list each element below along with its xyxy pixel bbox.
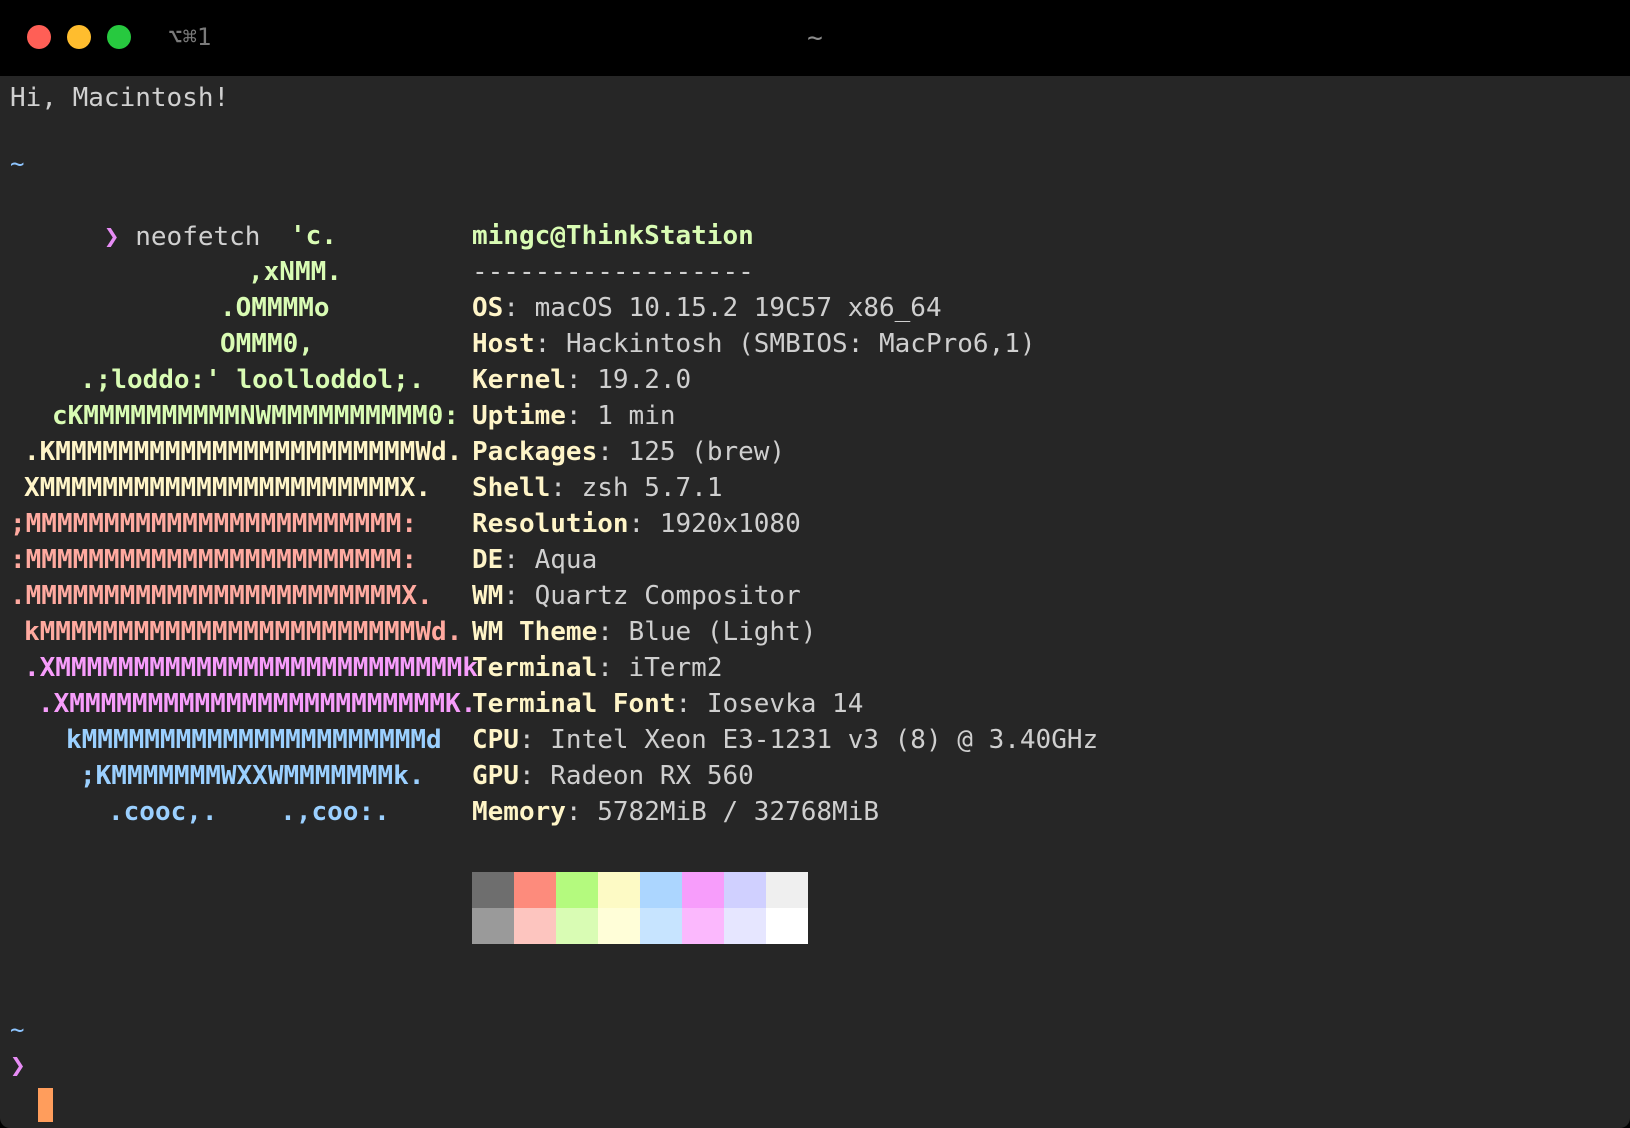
palette-swatch	[766, 908, 808, 944]
ascii-line: .MMMMMMMMMMMMMMMMMMMMMMMMX.	[10, 581, 433, 611]
info-row: Terminal Font: Iosevka 14	[472, 689, 864, 719]
info-row: Kernel: 19.2.0	[472, 365, 692, 395]
info-row: Terminal: iTerm2	[472, 653, 723, 683]
ascii-line: 'c.	[290, 221, 337, 251]
ascii-line: .XMMMMMMMMMMMMMMMMMMMMMMMMK.	[38, 689, 477, 719]
palette-swatch	[556, 872, 598, 908]
info-value: Iosevka 14	[706, 689, 864, 719]
ascii-line: cKMMMMMMMMMMNWMMMMMMMMMM0:	[52, 401, 459, 431]
window-title: ~	[807, 23, 823, 53]
user-host: mingc@ThinkStation	[472, 221, 754, 251]
final-prompt-arrow-icon: ❯	[10, 1051, 26, 1081]
info-key: Kernel	[472, 365, 566, 395]
info-value: Quartz Compositor	[534, 581, 801, 611]
greeting-line: Hi, Macintosh!	[10, 83, 230, 113]
info-value: iTerm2	[628, 653, 723, 683]
info-value: Hackintosh (SMBIOS: MacPro6,1)	[565, 329, 1036, 359]
info-value: 5782MiB / 32768MiB	[597, 797, 879, 827]
info-value: 19.2.0	[597, 365, 692, 395]
info-row: CPU: Intel Xeon E3-1231 v3 (8) @ 3.40GHz	[472, 725, 1099, 755]
palette-swatch	[640, 872, 682, 908]
palette-swatch	[556, 908, 598, 944]
info-value: zsh 5.7.1	[581, 473, 723, 503]
info-row: Shell: zsh 5.7.1	[472, 473, 723, 503]
ascii-line: .;loddo:' loolloddol;.	[80, 365, 425, 395]
info-row: Packages: 125 (brew)	[472, 437, 786, 467]
terminal-window: ⌥⌘1 ~ Hi, Macintosh! ~ ❯ neofetch 'c. ,x…	[0, 0, 1630, 1128]
ascii-line: XMMMMMMMMMMMMMMMMMMMMMMMX.	[24, 473, 431, 503]
info-value: 1920x1080	[659, 509, 801, 539]
ascii-line: .KMMMMMMMMMMMMMMMMMMMMMMMWd.	[24, 437, 463, 467]
info-key: Memory	[472, 797, 566, 827]
ascii-line: .OMMMMo	[220, 293, 330, 323]
info-row: WM: Quartz Compositor	[472, 581, 801, 611]
info-row: Host: Hackintosh (SMBIOS: MacPro6,1)	[472, 329, 1036, 359]
info-row: GPU: Radeon RX 560	[472, 761, 754, 791]
info-key: DE	[472, 545, 504, 575]
palette-swatch	[682, 908, 724, 944]
command-line: ❯ neofetch	[10, 183, 261, 291]
ascii-line: ,xNMM.	[248, 257, 342, 287]
separator-line: ------------------	[472, 257, 754, 287]
info-value: macOS 10.15.2 19C57 x86_64	[534, 293, 942, 323]
info-key: Shell	[472, 473, 551, 503]
info-value: Aqua	[534, 545, 598, 575]
command-text: neofetch	[135, 222, 261, 252]
info-value: 1 min	[597, 401, 676, 431]
palette-swatch	[724, 908, 766, 944]
info-value: Radeon RX 560	[550, 761, 754, 791]
palette-swatch	[514, 872, 556, 908]
palette-swatch	[472, 872, 514, 908]
color-palette	[472, 872, 808, 944]
ascii-line: kMMMMMMMMMMMMMMMMMMMMMMMMWd.	[24, 617, 463, 647]
info-row: DE: Aqua	[472, 545, 598, 575]
info-key: Packages	[472, 437, 598, 467]
info-key: WM	[472, 581, 504, 611]
info-value: 125 (brew)	[628, 437, 786, 467]
info-row: Memory: 5782MiB / 32768MiB	[472, 797, 879, 827]
terminal-content[interactable]: Hi, Macintosh! ~ ❯ neofetch 'c. ,xNMM. .…	[0, 76, 1630, 1128]
prompt-directory: ~	[10, 150, 25, 178]
info-row: Uptime: 1 min	[472, 401, 676, 431]
info-key: CPU	[472, 725, 519, 755]
ascii-line: ;KMMMMMMMWXXWMMMMMMMk.	[80, 761, 425, 791]
info-row: Resolution: 1920x1080	[472, 509, 801, 539]
palette-swatch	[766, 872, 808, 908]
info-key: Host	[472, 329, 535, 359]
info-key: Uptime	[472, 401, 566, 431]
palette-swatch	[724, 872, 766, 908]
palette-swatch	[514, 908, 556, 944]
final-prompt-directory: ~	[10, 1016, 25, 1044]
info-row: WM Theme: Blue (Light)	[472, 617, 817, 647]
info-value: Blue (Light)	[628, 617, 817, 647]
palette-swatch	[598, 908, 640, 944]
info-key: Terminal Font	[472, 689, 676, 719]
text-cursor	[38, 1088, 53, 1122]
info-key: OS	[472, 293, 504, 323]
ascii-line: ;MMMMMMMMMMMMMMMMMMMMMMMM:	[10, 509, 417, 539]
info-row: OS: macOS 10.15.2 19C57 x86_64	[472, 293, 942, 323]
info-value: Intel Xeon E3-1231 v3 (8) @ 3.40GHz	[550, 725, 1099, 755]
palette-swatch	[472, 908, 514, 944]
ascii-line: :MMMMMMMMMMMMMMMMMMMMMMMM:	[10, 545, 417, 575]
info-key: Terminal	[472, 653, 598, 683]
ascii-line: kMMMMMMMMMMMMMMMMMMMMMMd	[66, 725, 442, 755]
palette-swatch	[640, 908, 682, 944]
title-bar[interactable]: ⌥⌘1 ~	[0, 0, 1630, 76]
prompt-arrow-icon: ❯	[103, 222, 120, 252]
palette-swatch	[682, 872, 724, 908]
ascii-line: .cooc,. .,coo:.	[108, 797, 390, 827]
info-key: Resolution	[472, 509, 629, 539]
info-key: GPU	[472, 761, 519, 791]
ascii-line: OMMM0,	[220, 329, 314, 359]
info-key: WM Theme	[472, 617, 598, 647]
palette-swatch	[598, 872, 640, 908]
ascii-line: .XMMMMMMMMMMMMMMMMMMMMMMMMMMk	[24, 653, 478, 683]
